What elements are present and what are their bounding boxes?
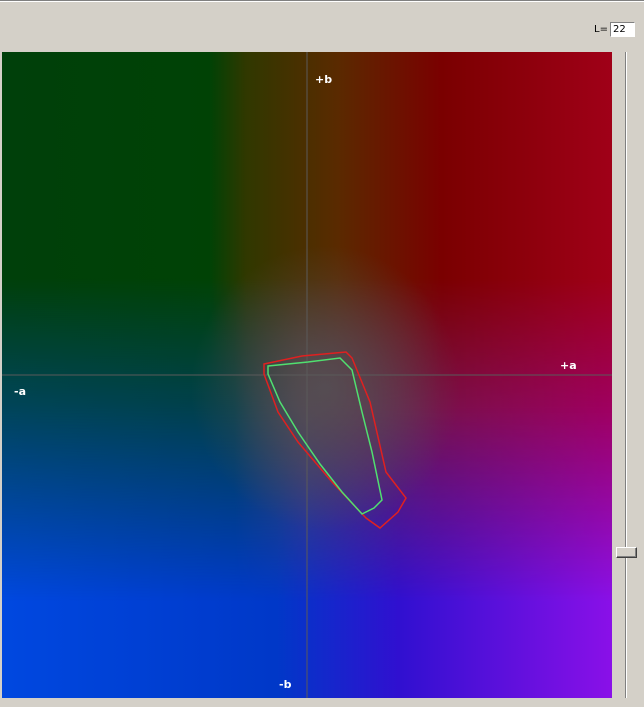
l-value-input[interactable] — [609, 22, 635, 37]
l-value-label: L= — [594, 24, 608, 35]
ab-plane-svg: +b -b +a -a — [2, 52, 612, 698]
ab-color-plane[interactable]: +b -b +a -a — [2, 52, 612, 698]
axis-label-pos-a: +a — [560, 359, 577, 372]
axis-label-neg-a: -a — [14, 385, 26, 398]
l-slider-groove — [625, 52, 627, 698]
l-slider[interactable] — [616, 52, 640, 698]
axis-label-neg-b: -b — [279, 678, 292, 691]
axis-label-pos-b: +b — [315, 73, 332, 86]
lab-gamut-viewer: L= 22 +b -b +a -a — [0, 0, 644, 707]
l-slider-thumb[interactable] — [616, 547, 637, 558]
window-top-highlight — [0, 1, 644, 2]
l-value-control: L= — [594, 21, 635, 38]
